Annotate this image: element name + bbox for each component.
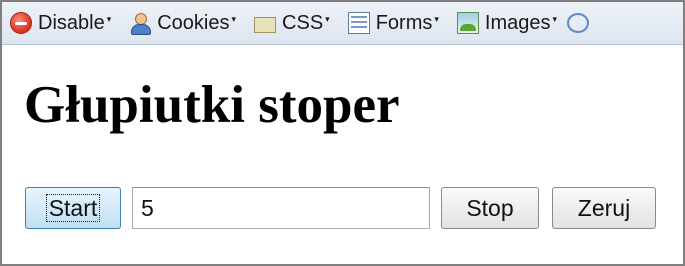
images-icon bbox=[456, 12, 479, 34]
chevron-down-icon: ▾ bbox=[231, 13, 237, 24]
toolbar-cookies-label: Cookies bbox=[157, 11, 230, 34]
reset-button[interactable]: Zeruj bbox=[552, 187, 656, 229]
web-developer-toolbar: Disable ▾ Cookies ▾ CSS ▾ Forms ▾ Images… bbox=[2, 2, 683, 45]
start-button[interactable]: Start bbox=[25, 187, 121, 229]
disable-icon bbox=[10, 12, 32, 34]
toolbar-forms-label: Forms bbox=[375, 11, 433, 34]
toolbar-css-menu[interactable]: CSS ▾ bbox=[254, 7, 330, 39]
forms-icon bbox=[347, 12, 370, 34]
cookies-icon bbox=[129, 12, 152, 35]
counter-field[interactable] bbox=[132, 187, 430, 229]
chevron-down-icon: ▾ bbox=[434, 13, 439, 24]
toolbar-cookies-menu[interactable]: Cookies ▾ bbox=[129, 7, 236, 39]
page-title: Głupiutki stoper bbox=[24, 76, 400, 134]
toolbar-images-label: Images bbox=[484, 11, 551, 34]
chevron-down-icon: ▾ bbox=[325, 13, 330, 24]
browser-frame: Disable ▾ Cookies ▾ CSS ▾ Forms ▾ Images… bbox=[0, 0, 685, 266]
css-icon bbox=[254, 16, 277, 33]
chevron-down-icon: ▾ bbox=[552, 13, 558, 24]
toolbar-images-menu[interactable]: Images ▾ bbox=[456, 7, 558, 39]
chevron-down-icon: ▾ bbox=[106, 13, 112, 24]
start-button-label: Start bbox=[45, 194, 101, 222]
information-icon[interactable] bbox=[567, 13, 590, 33]
toolbar-disable-label: Disable bbox=[38, 11, 105, 34]
toolbar-forms-menu[interactable]: Forms ▾ bbox=[347, 7, 439, 39]
stop-button[interactable]: Stop bbox=[441, 187, 539, 229]
toolbar-css-label: CSS bbox=[282, 11, 324, 34]
toolbar-disable-menu[interactable]: Disable ▾ bbox=[10, 7, 111, 39]
